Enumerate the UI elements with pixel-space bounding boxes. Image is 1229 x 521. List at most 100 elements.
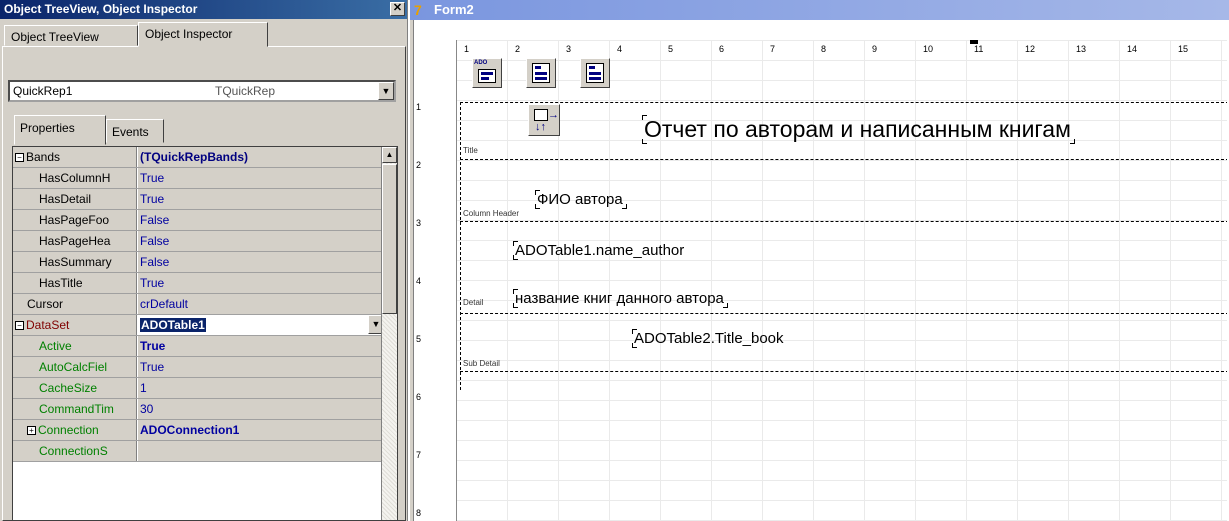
ruler-top-tick: 10	[923, 44, 934, 54]
ruler-left-tick: 3	[416, 218, 422, 228]
band-label-column-header: Column Header	[463, 209, 520, 218]
property-name: CommandTim	[13, 399, 137, 419]
band-label-title: Title	[463, 146, 478, 155]
property-value[interactable]: crDefault	[138, 294, 383, 314]
property-value[interactable]: False	[138, 231, 383, 251]
tab-properties[interactable]: Properties	[14, 115, 106, 145]
property-row[interactable]: HasDetail True	[13, 189, 383, 210]
property-row[interactable]: − DataSet ADOTable1 ▼	[13, 315, 384, 336]
ruler-top-tick: 12	[1025, 44, 1036, 54]
scroll-up-icon[interactable]: ▲	[382, 147, 397, 163]
property-value[interactable]: True	[138, 273, 383, 293]
property-value[interactable]: True	[138, 189, 383, 209]
ruler-top-tick: 13	[1076, 44, 1087, 54]
property-name: HasTitle	[13, 273, 137, 293]
author-header-label[interactable]: ФИО автора	[535, 190, 627, 209]
property-value[interactable]: True	[138, 168, 383, 188]
property-name: − Bands	[13, 147, 137, 167]
ruler-top-tick: 5	[668, 44, 674, 54]
property-value[interactable]: ADOTable1	[138, 315, 383, 335]
ruler-top-tick: 6	[719, 44, 725, 54]
form-designer: 7 Form2 1 2 3 4 5 6 7 8 9 10 11 12 13 14 15 12345678 A…	[410, 0, 1229, 521]
ruler-top-tick: 4	[617, 44, 623, 54]
property-grid-scrollbar[interactable]: ▲	[381, 147, 397, 520]
ado-query-icon[interactable]	[580, 58, 610, 88]
property-name: HasColumnH	[13, 168, 137, 188]
property-value[interactable]: False	[138, 210, 383, 230]
scroll-thumb[interactable]	[382, 164, 397, 314]
property-name: HasSummary	[13, 252, 137, 272]
inspector-titlebar[interactable]: Object TreeView, Object Inspector ✕	[0, 0, 407, 19]
title-book-field[interactable]: ADOTable2.Title_book	[632, 329, 784, 348]
property-value[interactable]: 30	[138, 399, 383, 419]
object-inspector-panel: Object TreeView, Object Inspector ✕ Obje…	[0, 0, 408, 521]
ruler-left-tick: 5	[416, 334, 422, 344]
property-row[interactable]: Cursor crDefault	[13, 294, 383, 315]
property-row[interactable]: − Bands (TQuickRepBands)	[13, 147, 383, 168]
property-name: HasPageHea	[13, 231, 137, 251]
band-sub-detail[interactable]	[460, 314, 1229, 372]
ruler-top-tick: 1	[464, 44, 470, 54]
ruler-top: 1 2 3 4 5 6 7 8 9 10 11 12 13 14 15	[458, 44, 1229, 58]
property-name: ConnectionS	[13, 441, 137, 461]
ruler-left-tick: 8	[416, 508, 422, 518]
ruler-top-tick: 9	[872, 44, 878, 54]
name-author-field[interactable]: ADOTable1.name_author	[513, 241, 684, 260]
property-value[interactable]: True	[138, 336, 383, 356]
ruler-top-tick: 8	[821, 44, 827, 54]
property-row[interactable]: HasPageHea False	[13, 231, 383, 252]
property-name: − DataSet	[13, 315, 137, 335]
property-value[interactable]: (TQuickRepBands)	[138, 147, 383, 167]
property-row[interactable]: ConnectionS	[13, 441, 383, 462]
inspector-title: Object TreeView, Object Inspector	[4, 2, 198, 16]
tab-events[interactable]: Events	[106, 119, 164, 143]
delphi-icon: 7	[414, 2, 422, 18]
ruler-left-tick: 2	[416, 160, 422, 170]
ado-table-icon[interactable]: ADO	[472, 58, 502, 88]
ado-dataset-icon[interactable]	[526, 58, 556, 88]
property-name: AutoCalcFiel	[13, 357, 137, 377]
books-header-label[interactable]: название книг данного автора	[513, 289, 728, 308]
property-value[interactable]: False	[138, 252, 383, 272]
ruler-top-tick: 11	[974, 44, 984, 54]
ruler-top-tick: 15	[1178, 44, 1189, 54]
property-value[interactable]: ADOConnection1	[138, 420, 383, 440]
chevron-down-icon[interactable]: ▼	[378, 82, 394, 100]
property-row[interactable]: Active True	[13, 336, 383, 357]
property-row[interactable]: AutoCalcFiel True	[13, 357, 383, 378]
property-row[interactable]: HasSummary False	[13, 252, 383, 273]
ruler-left-tick: 6	[416, 392, 422, 402]
ruler-top-tick: 7	[770, 44, 776, 54]
property-row[interactable]: HasColumnH True	[13, 168, 383, 189]
property-row[interactable]: + Connection ADOConnection1	[13, 420, 383, 441]
close-icon[interactable]: ✕	[390, 2, 405, 16]
property-row[interactable]: CacheSize 1	[13, 378, 383, 399]
property-name: Cursor	[13, 294, 137, 314]
property-value[interactable]	[138, 441, 383, 461]
tab-object-inspector[interactable]: Object Inspector	[138, 22, 268, 47]
tab-object-treeview[interactable]: Object TreeView	[4, 25, 138, 46]
component-type: TQuickRep	[215, 84, 276, 98]
property-row[interactable]: HasPageFoo False	[13, 210, 383, 231]
ruler-top-tick: 14	[1127, 44, 1138, 54]
component-selector[interactable]: QuickRep1 TQuickRep ▼	[8, 80, 396, 102]
property-grid: − Bands (TQuickRepBands) HasColumnH True HasD…	[12, 146, 398, 521]
band-label-detail: Detail	[463, 298, 484, 307]
property-value[interactable]: 1	[138, 378, 383, 398]
form-title: Form2	[434, 2, 474, 17]
property-row[interactable]: HasTitle True	[13, 273, 383, 294]
property-name: Active	[13, 336, 137, 356]
component-name: QuickRep1	[13, 84, 73, 98]
property-row[interactable]: CommandTim 30	[13, 399, 383, 420]
report-title-label[interactable]: Отчет по авторам и написанным книгам	[642, 115, 1075, 144]
collapse-icon[interactable]: −	[15, 321, 24, 331]
band-label-sub-detail: Sub Detail	[463, 359, 500, 368]
form-titlebar[interactable]: 7 Form2	[410, 0, 1229, 20]
property-name: CacheSize	[13, 378, 137, 398]
expand-icon[interactable]: +	[27, 426, 36, 436]
property-value[interactable]: True	[138, 357, 383, 377]
collapse-icon[interactable]: −	[15, 153, 24, 163]
ruler-left-tick: 7	[416, 450, 422, 460]
property-name: + Connection	[13, 420, 137, 440]
ruler-left-tick: 4	[416, 276, 422, 286]
